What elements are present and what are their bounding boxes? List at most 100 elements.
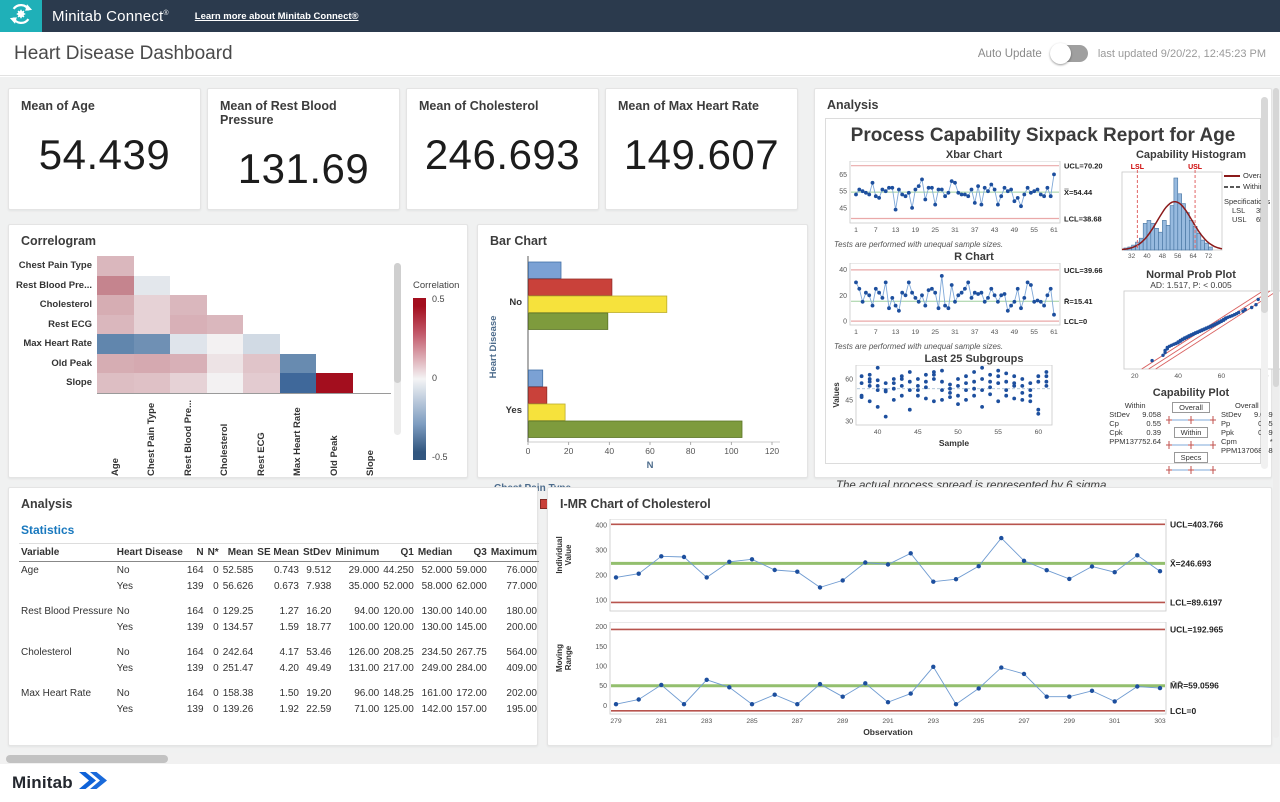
svg-text:43: 43	[991, 227, 999, 234]
heatmap-cell[interactable]	[97, 315, 134, 335]
svg-text:Value: Value	[564, 544, 573, 565]
svg-text:UCL=192.965: UCL=192.965	[1170, 624, 1223, 634]
heatmap-cell[interactable]	[316, 373, 353, 393]
stats-header: Q1	[381, 544, 416, 562]
horizontal-scrollbar[interactable]	[0, 753, 1280, 764]
learn-more-link[interactable]: Learn more about Minitab Connect®	[195, 11, 359, 22]
svg-text:200: 200	[595, 572, 607, 579]
heatmap-cell[interactable]	[243, 334, 280, 354]
svg-text:Values: Values	[832, 382, 841, 408]
sixpack-report: Process Capability Sixpack Report for Ag…	[825, 118, 1261, 464]
heatmap-cell[interactable]	[207, 334, 244, 354]
heatmap-cell[interactable]	[243, 354, 280, 374]
xbar-chart-title: Xbar Chart	[832, 149, 1116, 161]
svg-text:65: 65	[839, 172, 847, 179]
svg-text:25: 25	[931, 227, 939, 234]
svg-text:UCL=39.66: UCL=39.66	[1064, 266, 1103, 275]
svg-text:LCL=0: LCL=0	[1064, 317, 1087, 326]
heatmap-cell[interactable]	[170, 295, 207, 315]
svg-text:291: 291	[882, 718, 894, 725]
heatmap-cell[interactable]	[134, 276, 171, 296]
svg-text:7: 7	[874, 329, 878, 336]
heatmap-cell[interactable]	[97, 276, 134, 296]
svg-text:20: 20	[564, 446, 574, 456]
panel-title: Analysis	[815, 89, 1271, 116]
svg-text:281: 281	[656, 718, 668, 725]
svg-text:Yes: Yes	[506, 405, 522, 416]
table-row: Max Heart RateNo1640158.381.5019.2096.00…	[19, 685, 539, 701]
capability-histogram[interactable]: LSLUSL324048566472	[1120, 161, 1224, 266]
minitab-chevron-icon	[73, 771, 108, 795]
svg-text:80: 80	[686, 446, 696, 456]
kpi-card-mean-age: Mean of Age 54.439	[8, 88, 201, 210]
heatmap-cell[interactable]	[207, 354, 244, 374]
last25-subgroups-chart[interactable]: Values3045604045505560Sample	[832, 365, 1116, 456]
svg-text:60: 60	[1218, 373, 1226, 380]
heatmap-cell[interactable]	[134, 373, 171, 393]
svg-text:Observation: Observation	[863, 727, 913, 737]
heatmap-cell[interactable]	[134, 315, 171, 335]
svg-text:100: 100	[595, 597, 607, 604]
svg-text:13: 13	[892, 227, 900, 234]
svg-text:25: 25	[931, 329, 939, 336]
heatmap-cell[interactable]	[170, 334, 207, 354]
heatmap-cell[interactable]	[243, 373, 280, 393]
svg-text:R̄=15.41: R̄=15.41	[1064, 297, 1093, 306]
panel-title: Analysis	[9, 488, 537, 515]
tests-note: Tests are performed with unequal sample …	[834, 240, 1116, 249]
stats-header: StDev	[301, 544, 333, 562]
heart-disease-bar-chart[interactable]: Heart DiseaseNoYes020406080100120N	[478, 252, 807, 481]
heatmap-cell[interactable]	[134, 334, 171, 354]
stats-header: Mean	[221, 544, 256, 562]
heatmap-cell[interactable]	[280, 373, 317, 393]
svg-text:301: 301	[1109, 718, 1121, 725]
normal-prob-plot[interactable]: 20406080	[1120, 290, 1262, 385]
svg-text:49: 49	[1011, 227, 1019, 234]
statistics-link[interactable]: Statistics	[21, 523, 537, 537]
r-chart[interactable]: 0204017131925313743495561UCL=39.66R̄=15.…	[832, 263, 1116, 342]
svg-text:40: 40	[839, 267, 847, 274]
svg-text:40: 40	[1174, 373, 1182, 380]
svg-text:0: 0	[843, 319, 847, 326]
svg-text:297: 297	[1018, 718, 1030, 725]
heatmap-col-label: Max Heart Rate	[280, 394, 317, 476]
heatmap-cell[interactable]	[97, 334, 134, 354]
heatmap-cell[interactable]	[207, 373, 244, 393]
svg-text:X̿=54.44: X̿=54.44	[1063, 188, 1092, 197]
svg-text:120: 120	[765, 446, 779, 456]
svg-text:Range: Range	[564, 645, 573, 670]
svg-text:Heart Disease: Heart Disease	[488, 316, 499, 379]
heatmap-cell[interactable]	[97, 373, 134, 393]
heatmap-cell[interactable]	[134, 295, 171, 315]
heatmap-cell[interactable]	[207, 315, 244, 335]
svg-text:285: 285	[746, 718, 758, 725]
auto-update-toggle[interactable]	[1052, 45, 1088, 62]
stats-header: Median	[416, 544, 454, 562]
stats-header: SE Mean	[255, 544, 301, 562]
table-row: Yes1390134.571.5918.77100.00120.00130.00…	[19, 619, 539, 635]
xbar-chart[interactable]: 45556517131925313743495561UCL=70.20X̿=54…	[832, 161, 1116, 240]
svg-text:72: 72	[1205, 253, 1213, 260]
main-vertical-scrollbar[interactable]	[1273, 88, 1279, 738]
heatmap-cell[interactable]	[170, 315, 207, 335]
correlogram-scrollbar[interactable]	[394, 263, 401, 435]
heatmap-cell[interactable]	[134, 354, 171, 374]
heatmap-col-label: Rest ECG	[243, 394, 280, 476]
minitab-connect-logo[interactable]	[0, 0, 42, 32]
svg-text:37: 37	[971, 227, 979, 234]
heatmap-cell[interactable]	[170, 373, 207, 393]
stats-header: N*	[206, 544, 221, 562]
panel-title: I-MR Chart of Cholesterol	[548, 488, 1271, 515]
heatmap-cell[interactable]	[280, 354, 317, 374]
moving-range-chart[interactable]: MovingRange05010015020027928128328528728…	[554, 622, 1271, 745]
heatmap-cell[interactable]	[97, 256, 134, 276]
sixpack-scrollbar[interactable]	[1261, 97, 1268, 469]
heatmap-cell[interactable]	[170, 354, 207, 374]
correlogram-panel: Correlogram Chest Pain TypeRest Blood Pr…	[8, 224, 468, 478]
svg-text:30: 30	[845, 418, 853, 425]
heatmap-cell[interactable]	[97, 295, 134, 315]
svg-text:55: 55	[994, 429, 1002, 436]
svg-text:20: 20	[839, 293, 847, 300]
individual-value-chart[interactable]: IndividualValue100200300400UCL=403.766X̄…	[554, 519, 1271, 620]
heatmap-cell[interactable]	[97, 354, 134, 374]
